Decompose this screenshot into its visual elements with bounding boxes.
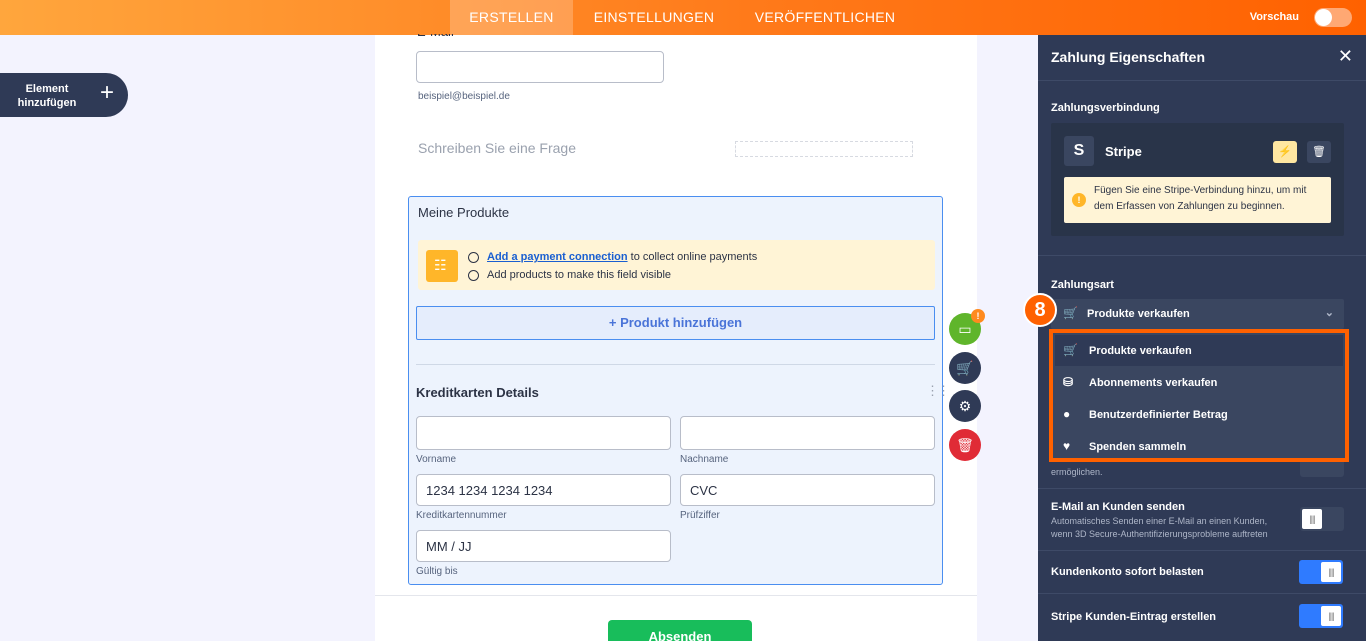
preview-label: Vorschau xyxy=(1249,11,1299,23)
question-dropzone xyxy=(735,141,913,157)
coins-icon: ● xyxy=(1063,407,1071,421)
create-customer-label: Stripe Kunden-Eintrag erstellen xyxy=(1051,611,1217,623)
tab-veroeffentlichen[interactable]: VERÖFFENTLICHEN xyxy=(735,0,915,35)
warning-badge: ! xyxy=(971,309,985,323)
email-hint: beispiel@beispiel.de xyxy=(418,91,510,102)
stripe-logo-icon: S xyxy=(1064,136,1094,166)
option-abonnements-verkaufen[interactable]: ⛁ Abonnements verkaufen xyxy=(1055,367,1343,398)
selected-payment-type: Produkte verkaufen xyxy=(1087,308,1190,320)
expiry-label: Gültig bis xyxy=(416,566,458,577)
toggle-knob: |||| xyxy=(1321,606,1341,626)
cart-button[interactable]: 🛒 xyxy=(949,352,981,384)
expiry-input[interactable]: MM / JJ xyxy=(416,530,671,562)
lastname-label: Nachname xyxy=(680,454,729,465)
warning-icon: ! xyxy=(1072,193,1086,207)
option-label: Spenden sammeln xyxy=(1089,441,1187,453)
notice-line-2: Add products to make this field visible xyxy=(487,269,672,281)
card-number-label: Kreditkartennummer xyxy=(416,510,507,521)
settings-button[interactable]: ⚙ xyxy=(949,390,981,422)
email-customer-toggle[interactable]: |||| xyxy=(1300,507,1344,531)
expiry-placeholder: MM / JJ xyxy=(426,539,472,554)
cart-icon: 🛒 xyxy=(1063,343,1078,357)
panel-separator xyxy=(1038,593,1366,594)
question-placeholder[interactable]: Schreiben Sie eine Frage xyxy=(418,140,576,156)
tab-erstellen[interactable]: ERSTELLEN xyxy=(450,0,573,35)
tab-einstellungen[interactable]: EINSTELLUNGEN xyxy=(573,0,735,35)
drag-handle-icon[interactable]: ⋮⋮ xyxy=(926,383,950,399)
top-navigation-bar: ERSTELLEN EINSTELLUNGEN VERÖFFENTLICHEN … xyxy=(0,0,1366,35)
add-payment-connection-link[interactable]: Add a payment connection xyxy=(487,251,628,263)
connection-warning: ! Fügen Sie eine Stripe-Verbindung hinzu… xyxy=(1064,177,1331,223)
plug-icon[interactable]: ⚡ xyxy=(1273,141,1297,163)
delete-button[interactable]: 🗑 xyxy=(949,429,981,461)
notice-line-1: Add a payment connection to collect onli… xyxy=(487,251,757,263)
gear-icon: ⚙ xyxy=(958,398,972,414)
option-benutzerdefinierter-betrag[interactable]: ● Benutzerdefinierter Betrag xyxy=(1055,399,1343,430)
option-description: ermöglichen. xyxy=(1051,467,1103,477)
checklist-icon: ☷ xyxy=(426,250,458,282)
card-number-input[interactable]: 1234 1234 1234 1234 xyxy=(416,474,671,506)
radio-step-2 xyxy=(468,270,479,281)
firstname-label: Vorname xyxy=(416,454,457,465)
email-input[interactable] xyxy=(416,51,664,83)
coins-stack-icon: ⛁ xyxy=(1063,375,1074,389)
payment-notice: ☷ Add a payment connection to collect on… xyxy=(418,240,935,290)
connection-heading: Zahlungsverbindung xyxy=(1051,102,1160,114)
cvc-input[interactable]: CVC xyxy=(680,474,935,506)
trash-icon[interactable]: 🗑 xyxy=(1307,141,1331,163)
create-customer-toggle[interactable]: |||| xyxy=(1299,604,1343,628)
option-label: Abonnements verkaufen xyxy=(1089,377,1218,389)
option-label: Produkte verkaufen xyxy=(1089,345,1192,357)
heart-icon: ♥ xyxy=(1063,439,1071,453)
toggle-knob xyxy=(1315,9,1332,26)
divider xyxy=(416,364,935,365)
trash-icon: 🗑 xyxy=(956,437,974,453)
option-spenden-sammeln[interactable]: ♥ Spenden sammeln xyxy=(1055,431,1343,462)
panel-separator xyxy=(1038,255,1366,256)
toggle-knob: |||| xyxy=(1321,562,1341,582)
charge-now-label: Kundenkonto sofort belasten xyxy=(1051,566,1204,578)
preview-toggle[interactable] xyxy=(1314,8,1352,27)
plus-icon: + xyxy=(100,79,115,106)
payment-type-dropdown: 🛒 Produkte verkaufen ⛁ Abonnements verkauf… xyxy=(1049,329,1349,462)
panel-separator xyxy=(1038,550,1366,551)
cvc-placeholder: CVC xyxy=(690,483,718,498)
toggle-knob: |||| xyxy=(1302,509,1322,529)
charge-now-toggle[interactable]: |||| xyxy=(1299,560,1343,584)
panel-separator xyxy=(1038,80,1366,81)
notice-line-1-rest: to collect online payments xyxy=(627,251,758,263)
add-element-button[interactable]: Element hinzufügen + xyxy=(0,73,128,117)
payment-type-select[interactable]: 🛒 Produkte verkaufen ⌄ xyxy=(1051,299,1344,329)
cvc-label: Prüfziffer xyxy=(680,510,720,521)
payment-type-heading: Zahlungsart xyxy=(1051,279,1114,291)
option-label: Benutzerdefinierter Betrag xyxy=(1089,409,1228,421)
panel-title: Zahlung Eigenschaften xyxy=(1051,49,1206,65)
radio-step-1 xyxy=(468,252,479,263)
provider-name: Stripe xyxy=(1105,144,1142,159)
email-customer-desc-2: wenn 3D Secure-Authentifizierungsproblem… xyxy=(1051,529,1268,539)
stripe-connection-card: S Stripe ⚡ 🗑 ! Fügen Sie eine Stripe-Ver… xyxy=(1051,123,1344,236)
firstname-input[interactable] xyxy=(416,416,671,450)
card-number-placeholder: 1234 1234 1234 1234 xyxy=(426,483,553,498)
add-element-label: Element hinzufügen xyxy=(17,83,77,109)
submit-button[interactable]: Absenden xyxy=(608,620,752,641)
option-produkte-verkaufen[interactable]: 🛒 Produkte verkaufen xyxy=(1055,335,1343,366)
email-customer-desc-1: Automatisches Senden einer E-Mail an ein… xyxy=(1051,516,1268,526)
chevron-down-icon: ⌄ xyxy=(1324,307,1334,319)
credit-card-title: Kreditkarten Details xyxy=(416,385,539,400)
close-icon[interactable]: ✕ xyxy=(1338,46,1353,67)
lastname-input[interactable] xyxy=(680,416,935,450)
form-footer-divider xyxy=(375,595,977,596)
warning-text: Fügen Sie eine Stripe-Verbindung hinzu, … xyxy=(1094,185,1307,212)
cart-icon: 🛒 xyxy=(956,360,974,376)
panel-separator xyxy=(1038,488,1366,489)
email-customer-label: E-Mail an Kunden senden xyxy=(1051,501,1185,513)
step-marker: 8 xyxy=(1023,293,1057,327)
products-title: Meine Produkte xyxy=(418,205,510,220)
add-product-button[interactable]: + Produkt hinzufügen xyxy=(416,306,935,340)
cart-icon: 🛒 xyxy=(1063,306,1078,320)
